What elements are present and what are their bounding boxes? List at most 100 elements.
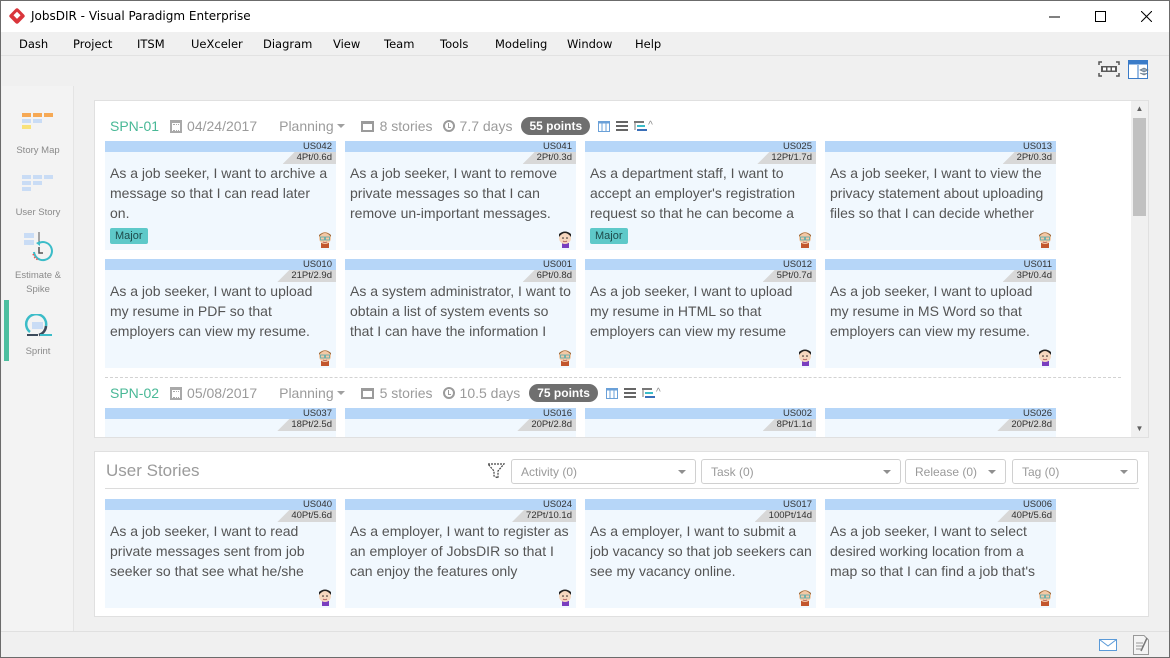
story-card[interactable]: US011 3Pt/0.4d As a job seeker, I want to … xyxy=(825,259,1056,368)
story-card[interactable]: US040 40Pt/5.6d As a job seeker, I want to… xyxy=(105,499,336,608)
sprint-date[interactable]: 04/24/2017 xyxy=(187,118,257,134)
release-filter-dropdown[interactable]: Release (0) xyxy=(905,459,1006,484)
sidebar-item-sprint[interactable]: Sprint xyxy=(2,312,74,359)
collapse-chevron-icon[interactable]: ^ xyxy=(648,120,653,131)
layout-panel-icon[interactable] xyxy=(1128,60,1149,80)
story-card[interactable]: US026 20Pt/2.8d xyxy=(825,408,1056,437)
story-map-icon xyxy=(22,113,53,129)
filter-icon[interactable] xyxy=(487,462,505,480)
story-id: US017 xyxy=(782,499,812,510)
card-header: US006 xyxy=(825,499,1056,510)
column-view-icon[interactable] xyxy=(598,120,611,132)
story-card[interactable]: US042 4Pt/0.6d As a job seeker, I want to … xyxy=(105,141,336,250)
story-id: US025 xyxy=(782,141,812,152)
task-filter-label: Task (0) xyxy=(711,465,754,479)
chevron-down-icon[interactable] xyxy=(336,124,345,128)
user-avatar-icon xyxy=(319,350,331,366)
chevron-down-icon xyxy=(1120,470,1128,474)
sprint-date[interactable]: 05/08/2017 xyxy=(187,385,257,401)
story-card[interactable]: US001 6Pt/0.8d As a system administrator, … xyxy=(345,259,576,368)
user-stories-panel: User Stories Activity (0) Task (0) Relea… xyxy=(94,451,1149,617)
user-story-icon xyxy=(22,175,53,191)
sidebar-item-user-story[interactable]: User Story xyxy=(2,175,74,220)
menu-help[interactable]: Help xyxy=(635,37,661,51)
tree-view-icon[interactable] xyxy=(641,387,655,399)
menu-team[interactable]: Team xyxy=(384,37,414,51)
sprint-status[interactable]: Planning xyxy=(279,385,334,401)
story-card[interactable]: US013 2Pt/0.3d As a job seeker, I want to … xyxy=(825,141,1056,250)
title-bar: JobsDIR - Visual Paradigm Enterprise xyxy=(1,1,1169,32)
card-header: US016 xyxy=(345,408,576,419)
priority-tag: Major xyxy=(590,228,628,244)
card-header: US025 xyxy=(585,141,816,152)
story-card[interactable]: US010 21Pt/2.9d As a job seeker, I want to… xyxy=(105,259,336,368)
menu-modeling[interactable]: Modeling xyxy=(495,37,547,51)
user-avatar-icon xyxy=(799,232,811,248)
document-edit-icon[interactable] xyxy=(1133,635,1149,655)
story-id: US012 xyxy=(782,259,812,270)
menu-window[interactable]: Window xyxy=(567,37,612,51)
scrollbar-thumb[interactable] xyxy=(1133,118,1146,216)
story-text: As a employer, I want to submit a job va… xyxy=(590,523,812,579)
fit-width-icon[interactable] xyxy=(1098,61,1120,77)
story-id: US002 xyxy=(782,408,812,419)
menu-view[interactable]: View xyxy=(333,37,360,51)
story-text: As a job seeker, I want to upload my res… xyxy=(590,283,793,339)
vertical-scrollbar[interactable]: ▲ ▼ xyxy=(1131,101,1148,437)
story-text: As a job seeker, I want to view the priv… xyxy=(830,165,1044,221)
story-id: US001 xyxy=(542,259,572,270)
sprint-name[interactable]: SPN-02 xyxy=(110,385,159,401)
story-card[interactable]: US041 2Pt/0.3d As a job seeker, I want to … xyxy=(345,141,576,250)
user-avatar-icon xyxy=(559,350,571,366)
story-card[interactable]: US002 8Pt/1.1d xyxy=(585,408,816,437)
story-card[interactable]: US006 40Pt/5.6d As a job seeker, I want to… xyxy=(825,499,1056,608)
clock-icon xyxy=(442,120,455,132)
story-id: US016 xyxy=(542,408,572,419)
collapse-chevron-icon[interactable]: ^ xyxy=(656,387,661,398)
story-card[interactable]: US024 72Pt/10.1d As a employer, I want to … xyxy=(345,499,576,608)
chevron-down-icon[interactable] xyxy=(336,391,345,395)
mail-icon[interactable] xyxy=(1099,639,1117,651)
sprint-name[interactable]: SPN-01 xyxy=(110,118,159,134)
story-text: As a job seeker, I want to upload my res… xyxy=(110,283,313,339)
story-card[interactable]: US017 100Pt/14d As a employer, I want to s… xyxy=(585,499,816,608)
story-card[interactable]: US025 12Pt/1.7d As a department staff, I w… xyxy=(585,141,816,250)
user-avatar-icon xyxy=(559,231,571,248)
menu-diagram[interactable]: Diagram xyxy=(263,37,312,51)
story-id: US026 xyxy=(1022,408,1052,419)
scroll-down-icon[interactable]: ▼ xyxy=(1131,421,1148,437)
menu-uexceler[interactable]: UeXceler xyxy=(191,37,243,51)
sidebar-item-estimate-spike[interactable]: Estimate & Spike xyxy=(2,232,74,297)
sprint-status[interactable]: Planning xyxy=(279,118,334,134)
menu-tools[interactable]: Tools xyxy=(440,37,468,51)
story-id: US041 xyxy=(542,141,572,152)
scroll-up-icon[interactable]: ▲ xyxy=(1131,101,1148,117)
story-text xyxy=(590,430,812,437)
sidebar: Story Map User Story Estimate & Spike Sp… xyxy=(2,86,74,631)
activity-filter-dropdown[interactable]: Activity (0) xyxy=(511,459,696,484)
list-view-icon[interactable] xyxy=(616,120,629,132)
list-view-icon[interactable] xyxy=(623,387,636,399)
card-header: US011 xyxy=(825,259,1056,270)
story-text: As a job seeker, I want to remove privat… xyxy=(350,165,557,221)
menu-dash[interactable]: Dash xyxy=(19,37,48,51)
maximize-button[interactable] xyxy=(1077,1,1123,32)
story-id: US024 xyxy=(542,499,572,510)
card-header: US041 xyxy=(345,141,576,152)
story-text xyxy=(110,430,332,437)
menu-itsm[interactable]: ITSM xyxy=(137,37,165,51)
tag-filter-dropdown[interactable]: Tag (0) xyxy=(1012,459,1138,484)
column-view-icon[interactable] xyxy=(605,387,618,399)
story-card[interactable]: US012 5Pt/0.7d As a job seeker, I want to … xyxy=(585,259,816,368)
menu-project[interactable]: Project xyxy=(73,37,112,51)
story-card[interactable]: US016 20Pt/2.8d xyxy=(345,408,576,437)
sidebar-item-story-map[interactable]: Story Map xyxy=(2,113,74,158)
close-button[interactable] xyxy=(1123,1,1169,32)
story-id: US011 xyxy=(1023,259,1052,270)
sprint-header: SPN-02 05/08/2017 Planning 5 stories 10.… xyxy=(110,383,661,403)
story-card[interactable]: US037 18Pt/2.5d xyxy=(105,408,336,437)
story-id: US006 xyxy=(1022,499,1052,510)
minimize-button[interactable] xyxy=(1031,1,1077,32)
tree-view-icon[interactable] xyxy=(634,120,648,132)
task-filter-dropdown[interactable]: Task (0) xyxy=(701,459,901,484)
